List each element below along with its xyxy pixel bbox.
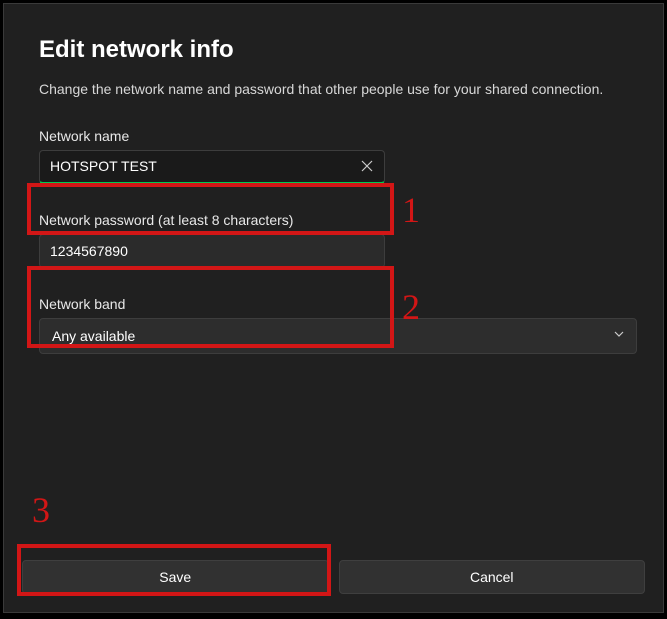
network-band-value: Any available [52, 328, 135, 344]
edit-network-info-dialog: Edit network info Change the network nam… [3, 3, 664, 613]
network-band-select[interactable]: Any available [39, 318, 637, 354]
network-password-input[interactable] [39, 234, 385, 268]
cancel-button[interactable]: Cancel [339, 560, 646, 594]
network-password-label: Network password (at least 8 characters) [39, 212, 628, 228]
dialog-subtitle: Change the network name and password tha… [39, 80, 628, 100]
dialog-title: Edit network info [39, 36, 628, 64]
network-name-label: Network name [39, 128, 628, 144]
annotation-number-3: 3 [32, 489, 50, 531]
save-button[interactable]: Save [22, 560, 329, 594]
close-icon [361, 160, 373, 175]
network-band-label: Network band [39, 296, 628, 312]
clear-name-button[interactable] [355, 156, 379, 180]
network-name-input[interactable] [39, 150, 385, 184]
